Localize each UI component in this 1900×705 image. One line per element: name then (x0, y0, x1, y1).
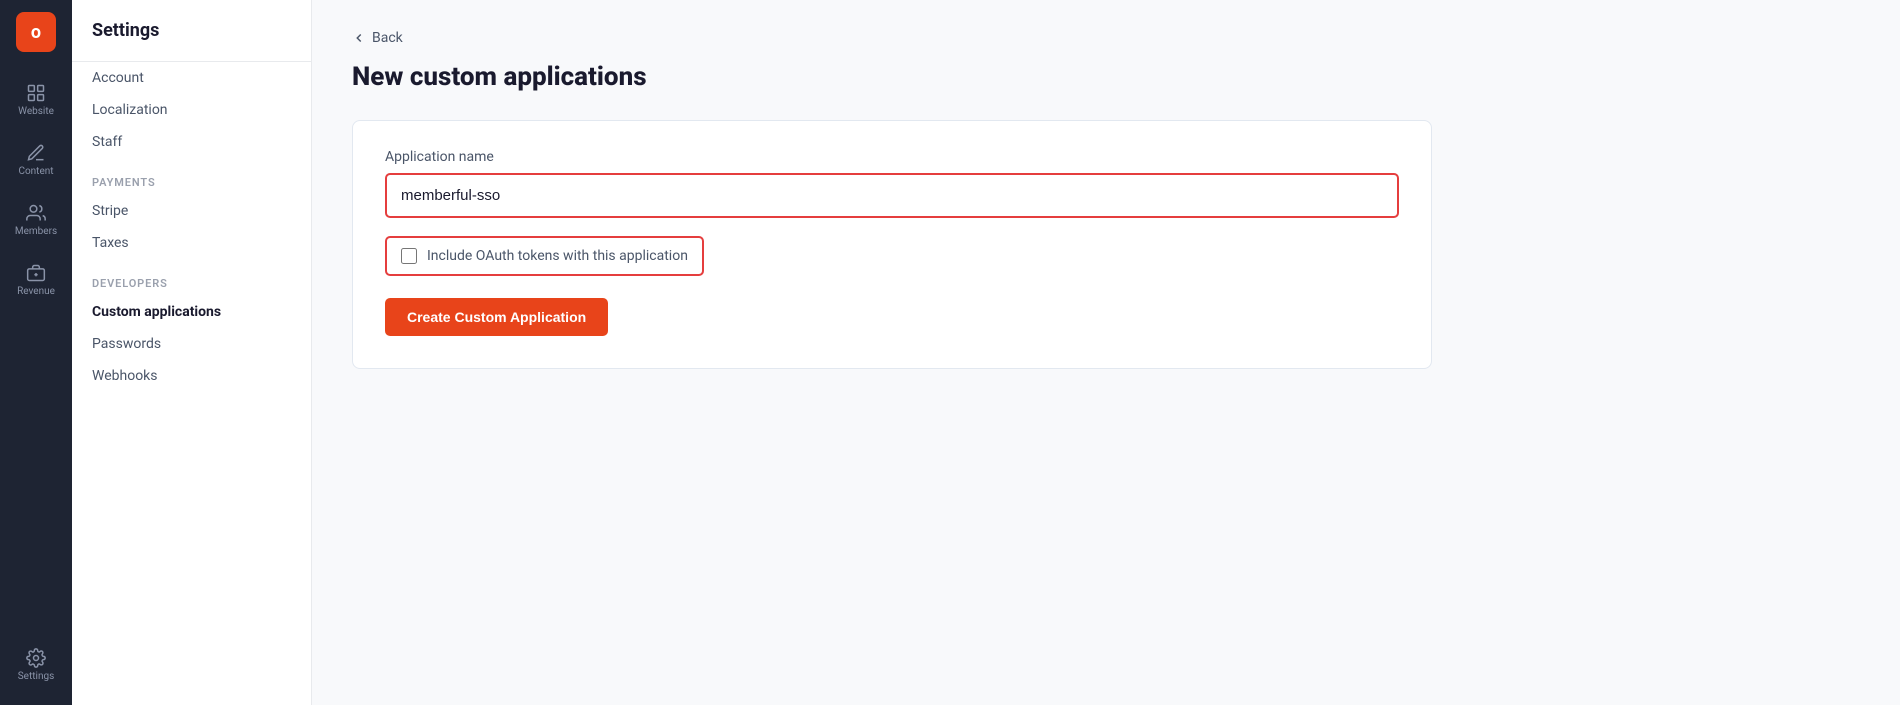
oauth-checkbox-label[interactable]: Include OAuth tokens with this applicati… (427, 248, 688, 264)
developers-section-label: Developers (72, 259, 311, 296)
sidebar-link-webhooks[interactable]: Webhooks (72, 360, 311, 392)
create-custom-application-button[interactable]: Create Custom Application (385, 298, 608, 336)
payments-section-label: Payments (72, 158, 311, 195)
main-content: Back New custom applications Application… (312, 0, 1900, 705)
sidebar-link-taxes[interactable]: Taxes (72, 227, 311, 259)
sidebar-title: Settings (72, 20, 311, 62)
sidebar-item-settings-label: Settings (18, 671, 55, 682)
icon-nav: o Website Content Members Revenue (0, 0, 72, 705)
sidebar-link-passwords[interactable]: Passwords (72, 328, 311, 360)
oauth-checkbox-row: Include OAuth tokens with this applicati… (385, 236, 704, 276)
oauth-checkbox[interactable] (401, 248, 417, 264)
sidebar-item-revenue[interactable]: Revenue (8, 252, 64, 308)
sidebar: Settings Account Localization Staff Paym… (72, 0, 312, 705)
back-link[interactable]: Back (352, 30, 1860, 46)
app-logo[interactable]: o (16, 12, 56, 52)
sidebar-item-website-label: Website (18, 106, 54, 117)
sidebar-item-website[interactable]: Website (8, 72, 64, 128)
sidebar-item-members-label: Members (15, 226, 57, 237)
form-card: Application name Include OAuth tokens wi… (352, 120, 1432, 369)
sidebar-link-localization[interactable]: Localization (72, 94, 311, 126)
sidebar-link-staff[interactable]: Staff (72, 126, 311, 158)
chevron-left-icon (352, 31, 366, 45)
back-label: Back (372, 30, 403, 46)
sidebar-link-stripe[interactable]: Stripe (72, 195, 311, 227)
sidebar-link-account[interactable]: Account (72, 62, 311, 94)
sidebar-item-settings-icon[interactable]: Settings (8, 637, 64, 693)
sidebar-item-revenue-label: Revenue (17, 286, 55, 297)
app-name-input[interactable] (385, 173, 1399, 218)
sidebar-item-members[interactable]: Members (8, 192, 64, 248)
page-title: New custom applications (352, 62, 1860, 92)
app-name-label: Application name (385, 149, 1399, 165)
sidebar-item-content[interactable]: Content (8, 132, 64, 188)
sidebar-link-custom-applications[interactable]: Custom applications (72, 296, 311, 328)
sidebar-item-content-label: Content (18, 166, 53, 177)
